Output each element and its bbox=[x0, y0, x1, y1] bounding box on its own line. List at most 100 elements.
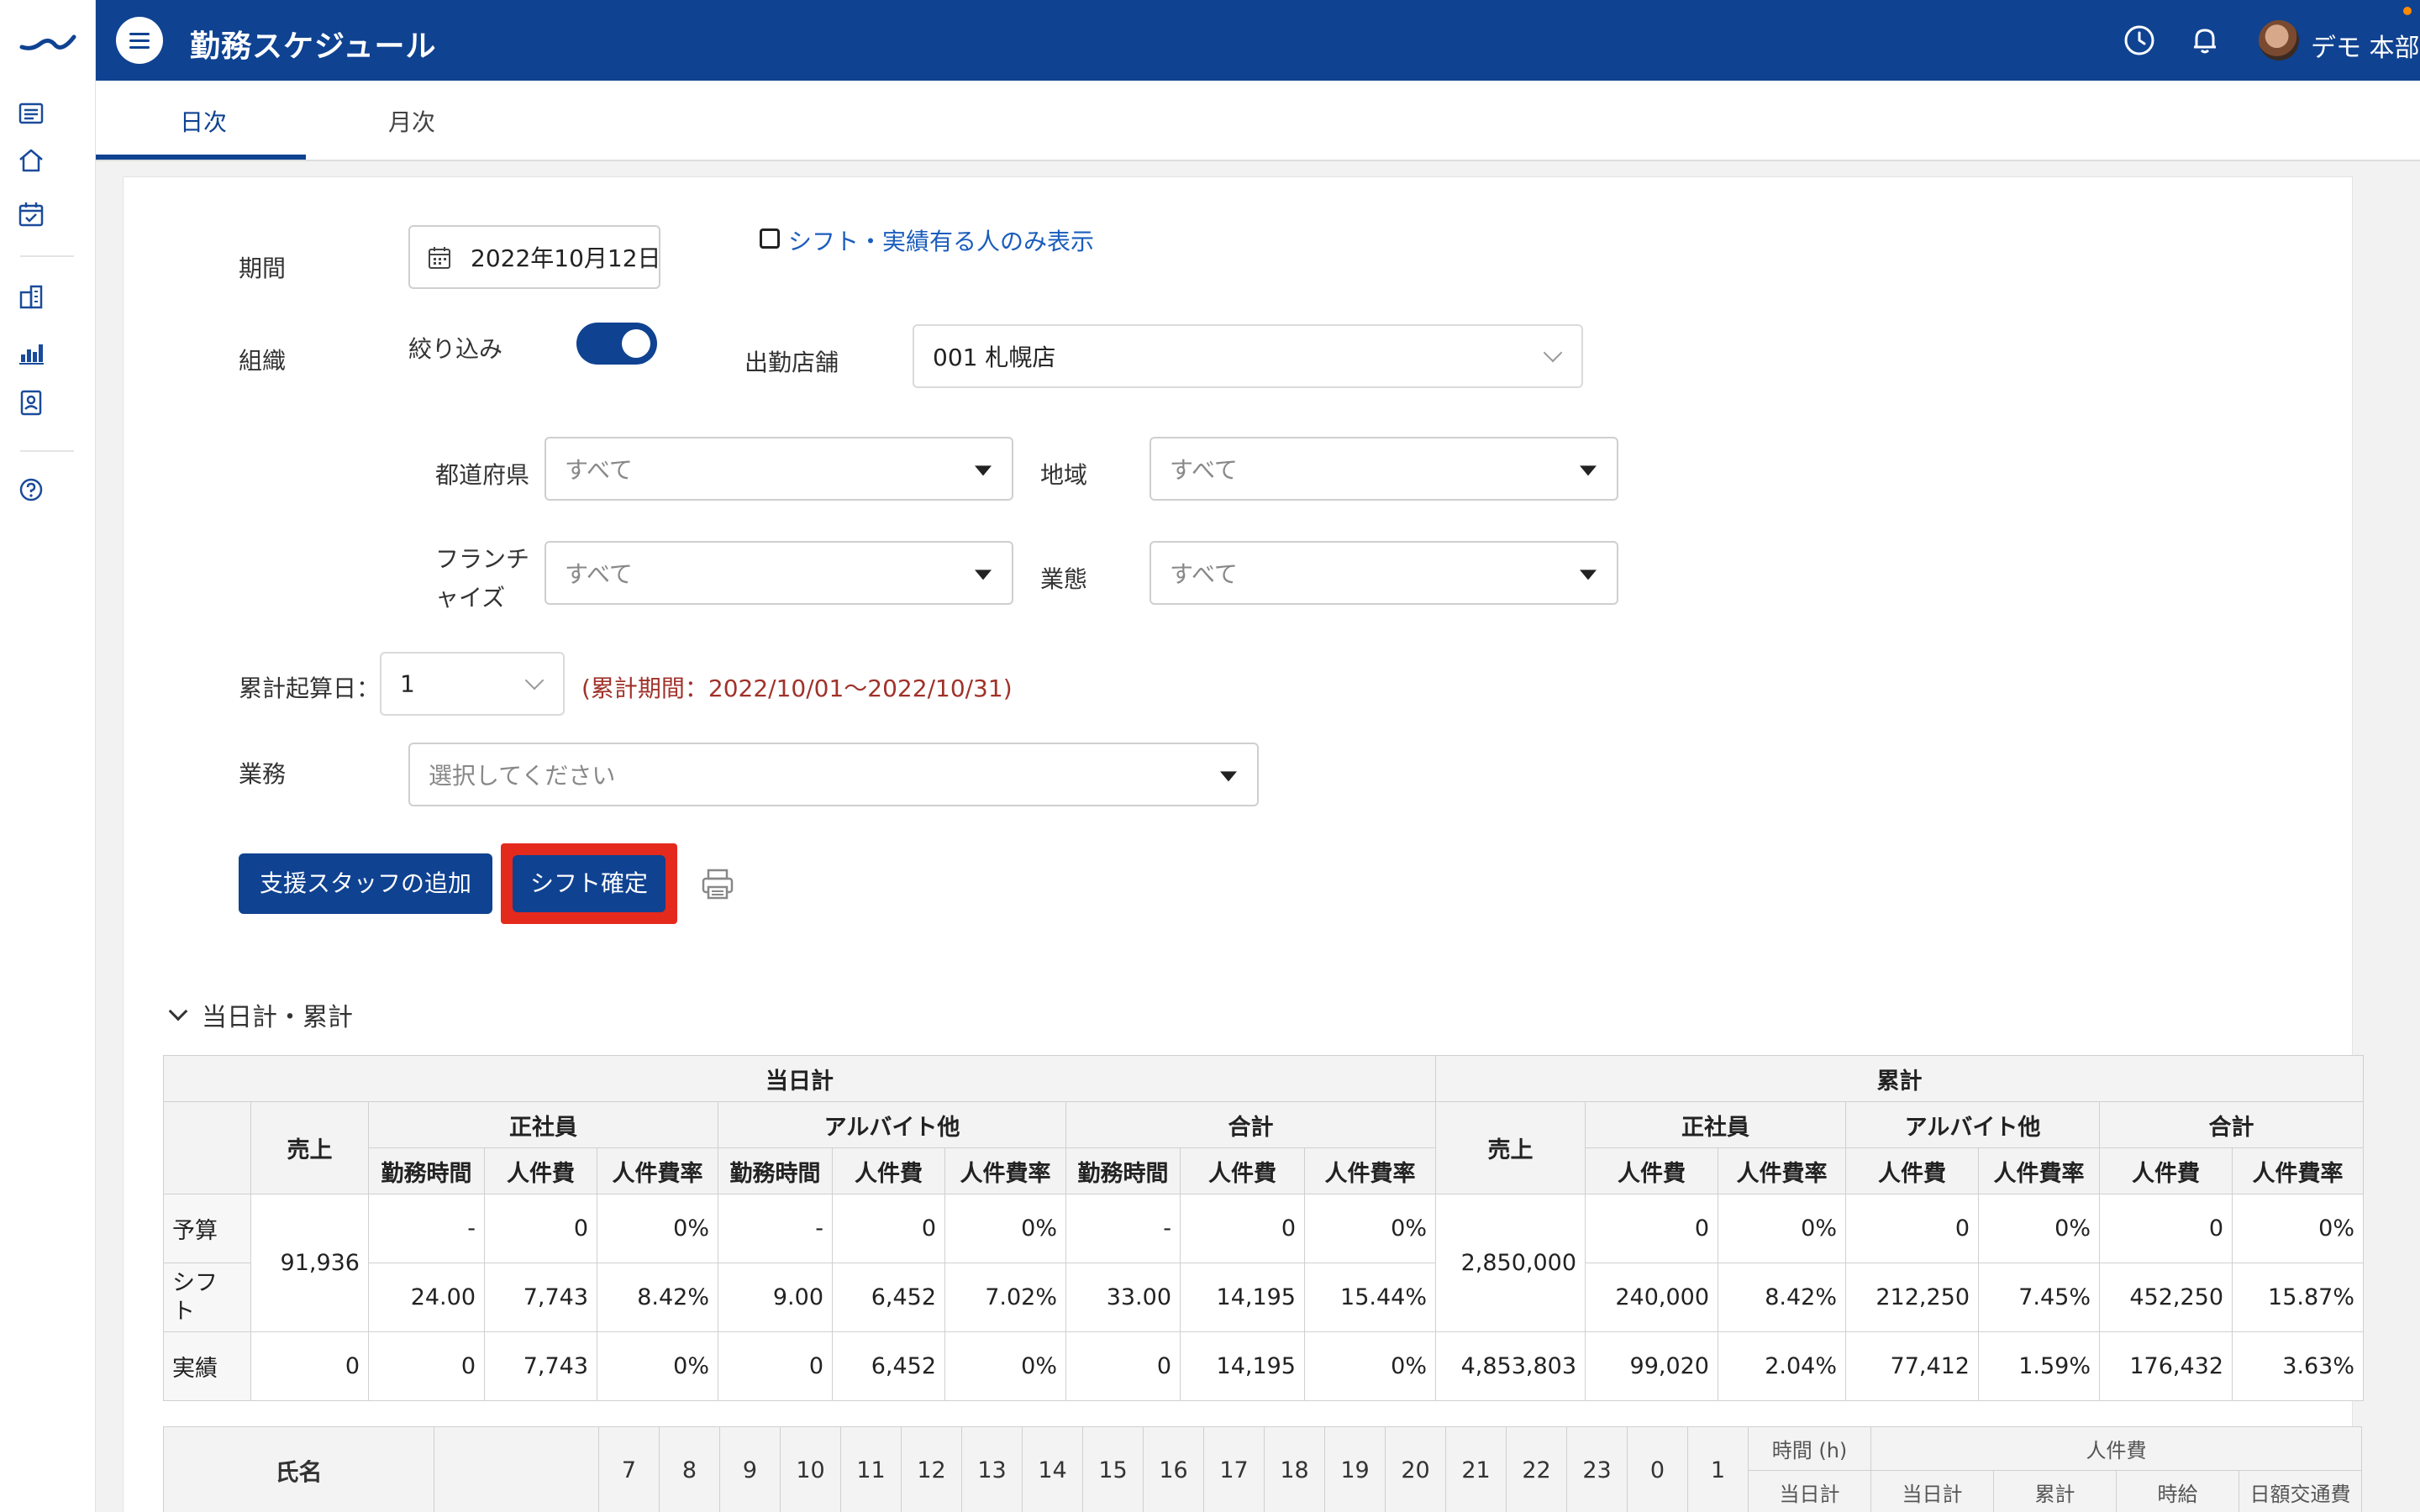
hour-header: 13 bbox=[961, 1426, 1023, 1512]
cell: 0 bbox=[718, 1331, 833, 1401]
only-with-shift-label[interactable]: シフト・実績有る人のみ表示 bbox=[788, 223, 1094, 257]
col-ratio: 人件費率 bbox=[2232, 1147, 2364, 1194]
col-hours: 勤務時間 bbox=[1065, 1147, 1181, 1194]
col-ratio: 人件費率 bbox=[597, 1147, 718, 1194]
cell: 0 bbox=[1845, 1194, 1979, 1263]
row-label-budget: 予算 bbox=[163, 1194, 251, 1263]
table-row: シフト 24.00 7,743 8.42% 9.00 6,452 7.02% 3… bbox=[163, 1263, 2364, 1332]
store-value: 001 札幌店 bbox=[933, 344, 1056, 371]
parttime-header: アルバイト他 bbox=[718, 1101, 1066, 1148]
franchise-select[interactable]: すべて bbox=[544, 541, 1013, 605]
help-icon[interactable] bbox=[17, 475, 45, 504]
cumulative-start-value: 1 bbox=[400, 669, 415, 698]
notification-dot bbox=[2403, 7, 2412, 15]
cell: - bbox=[718, 1194, 833, 1263]
col-cost: 人件費 bbox=[1845, 1147, 1979, 1194]
region-select[interactable]: すべて bbox=[1150, 437, 1618, 501]
hour-header: 10 bbox=[780, 1426, 841, 1512]
table-row: 予算 91,936 - 0 0% - 0 0% - 0 0% 2,850,000… bbox=[163, 1194, 2364, 1332]
cell: 8.42% bbox=[597, 1263, 718, 1332]
narrow-label: 絞り込み bbox=[408, 335, 503, 363]
user-name[interactable]: デモ 本部 bbox=[2311, 27, 2420, 64]
region-label: 地域 bbox=[1040, 461, 1088, 489]
sub-cost-day: 当日計 bbox=[1870, 1470, 1994, 1512]
home-icon[interactable] bbox=[17, 146, 45, 175]
narrow-toggle[interactable] bbox=[576, 323, 657, 365]
col-cost: 人件費 bbox=[2099, 1147, 2233, 1194]
hour-header: 11 bbox=[840, 1426, 902, 1512]
cumulative-start-label: 累計起算日： bbox=[239, 675, 381, 702]
only-with-shift-checkbox[interactable] bbox=[760, 228, 780, 249]
cumulative-header: 累計 bbox=[1435, 1055, 2364, 1102]
staff-schedule-table: 氏名 7 8 9 10 11 12 13 14 15 16 17 18 19 2… bbox=[163, 1426, 2362, 1512]
col-ratio: 人件費率 bbox=[1718, 1147, 1846, 1194]
cell: 6,452 bbox=[832, 1263, 945, 1332]
cell: 7,743 bbox=[484, 1263, 597, 1332]
menu-button[interactable] bbox=[116, 17, 163, 64]
cell: 0% bbox=[1978, 1194, 2100, 1263]
cell: 15.87% bbox=[2232, 1263, 2364, 1332]
hour-header: 16 bbox=[1143, 1426, 1204, 1512]
cell: 0 bbox=[832, 1194, 945, 1263]
cell: 240,000 bbox=[1585, 1263, 1718, 1332]
col-ratio: 人件費率 bbox=[1978, 1147, 2100, 1194]
tab-monthly[interactable]: 月次 bbox=[388, 104, 435, 138]
cell: 4,853,803 bbox=[1435, 1331, 1586, 1401]
cum-parttime-header: アルバイト他 bbox=[1845, 1101, 2100, 1148]
id-badge-icon[interactable] bbox=[17, 388, 45, 417]
tab-daily[interactable]: 日次 bbox=[180, 104, 227, 138]
labor-cost-header: 人件費 bbox=[1870, 1426, 2362, 1471]
prefecture-select[interactable]: すべて bbox=[544, 437, 1013, 501]
rail-divider bbox=[20, 255, 74, 257]
caret-down-icon bbox=[1580, 570, 1597, 580]
clock-icon[interactable] bbox=[2121, 22, 2158, 59]
side-rail bbox=[0, 0, 96, 1512]
date-value: 2022年10月12日 bbox=[471, 244, 661, 272]
business-type-select[interactable]: すべて bbox=[1150, 541, 1618, 605]
logo-icon[interactable] bbox=[18, 25, 77, 59]
cell: 452,250 bbox=[2099, 1263, 2233, 1332]
task-select[interactable]: 選択してください bbox=[408, 743, 1259, 806]
store-label: 出勤店舗 bbox=[744, 349, 839, 376]
print-icon[interactable] bbox=[699, 865, 736, 902]
cell: 176,432 bbox=[2099, 1331, 2233, 1401]
cell: 212,250 bbox=[1845, 1263, 1979, 1332]
cell: 0 bbox=[484, 1194, 597, 1263]
calendar-check-icon[interactable] bbox=[17, 200, 45, 228]
cum-sales-header: 売上 bbox=[1435, 1101, 1586, 1194]
cell: 2.04% bbox=[1718, 1331, 1846, 1401]
col-hours: 勤務時間 bbox=[368, 1147, 485, 1194]
date-picker[interactable]: 2022年10月12日 bbox=[408, 225, 661, 289]
col-ratio: 人件費率 bbox=[1304, 1147, 1436, 1194]
task-label: 業務 bbox=[239, 760, 287, 788]
confirm-shift-button[interactable]: シフト確定 bbox=[513, 855, 666, 912]
cell: 0% bbox=[2232, 1194, 2364, 1263]
row-label-shift: シフト bbox=[163, 1263, 251, 1332]
chevron-down-icon bbox=[1543, 343, 1563, 363]
blank-header bbox=[434, 1426, 599, 1512]
summary-section-title[interactable]: 当日計・累計 bbox=[202, 996, 353, 1033]
add-support-staff-button[interactable]: 支援スタッフの追加 bbox=[239, 853, 492, 914]
hour-header: 17 bbox=[1203, 1426, 1265, 1512]
cumulative-start-select[interactable]: 1 bbox=[380, 652, 565, 716]
avatar[interactable] bbox=[2259, 20, 2299, 60]
cell: 8.42% bbox=[1718, 1263, 1846, 1332]
summary-table: 当日計 累計 売上 正社員 アルバイト他 合計 売上 正社員 アルバイト他 合計… bbox=[163, 1055, 2364, 1401]
cell: 3.63% bbox=[2232, 1331, 2364, 1401]
store-select[interactable]: 001 札幌店 bbox=[913, 324, 1583, 388]
cum-sales-budget-shift: 2,850,000 bbox=[1435, 1194, 1586, 1332]
cum-total-header: 合計 bbox=[2099, 1101, 2364, 1148]
bar-chart-icon[interactable] bbox=[17, 338, 45, 366]
col-hours: 勤務時間 bbox=[718, 1147, 833, 1194]
cell: 0 bbox=[1065, 1331, 1181, 1401]
list-icon[interactable] bbox=[17, 99, 45, 128]
hour-header: 12 bbox=[901, 1426, 962, 1512]
cell: 0% bbox=[944, 1194, 1066, 1263]
bell-icon[interactable] bbox=[2186, 22, 2223, 59]
col-cost: 人件費 bbox=[1180, 1147, 1305, 1194]
active-tab-indicator bbox=[96, 155, 306, 160]
cell: 33.00 bbox=[1065, 1263, 1181, 1332]
building-icon[interactable] bbox=[17, 282, 45, 311]
calendar-icon bbox=[429, 247, 450, 269]
franchise-label-line1: フランチ bbox=[435, 545, 530, 573]
